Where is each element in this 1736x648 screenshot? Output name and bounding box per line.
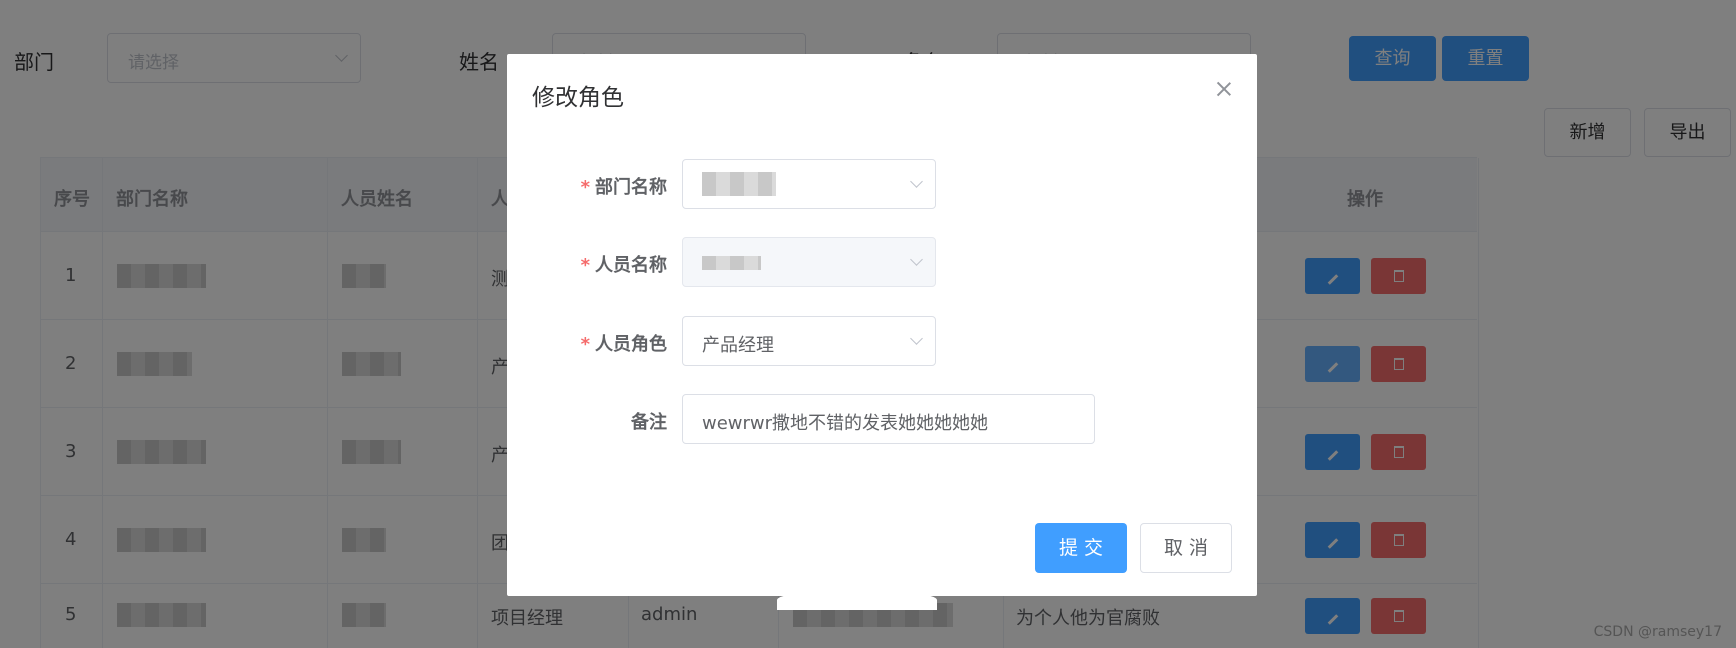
close-icon[interactable] <box>1213 78 1235 100</box>
required-mark: * <box>580 177 590 198</box>
required-mark: * <box>580 255 590 276</box>
blurred-dept-value <box>702 172 776 196</box>
role-field-label: * 人员角色 <box>580 334 667 355</box>
role-form-row: * 人员角色 产品经理 <box>507 316 1257 366</box>
dept-field-label: * 部门名称 <box>580 177 667 198</box>
watermark: CSDN @ramsey17 <box>1593 624 1722 640</box>
redaction-mark <box>777 590 937 610</box>
dept-select[interactable] <box>682 159 936 209</box>
chevron-down-icon <box>910 253 923 266</box>
dialog-title: 修改角色 <box>532 85 624 111</box>
remark-input[interactable]: wewrwr撒地不错的发表她她她她她 <box>682 394 1095 444</box>
required-mark: * <box>580 334 590 355</box>
blurred-person-value <box>702 256 761 270</box>
remark-form-row: 备注 wewrwr撒地不错的发表她她她她她 <box>507 394 1257 444</box>
dept-form-row: * 部门名称 <box>507 159 1257 209</box>
chevron-down-icon <box>910 332 923 345</box>
remark-field-label: 备注 <box>631 412 667 433</box>
role-select-value: 产品经理 <box>702 335 774 356</box>
remark-input-value: wewrwr撒地不错的发表她她她她她 <box>702 413 989 434</box>
role-select[interactable]: 产品经理 <box>682 316 936 366</box>
person-form-row: * 人员名称 <box>507 237 1257 287</box>
submit-button[interactable]: 提 交 <box>1035 523 1127 573</box>
edit-role-dialog: 修改角色 * 部门名称 * 人员名称 * 人员角色 产品经理 备注 wewrwr撒地不… <box>507 54 1257 610</box>
person-select[interactable] <box>682 237 936 287</box>
chevron-down-icon <box>910 175 923 188</box>
person-field-label: * 人员名称 <box>580 255 667 276</box>
cancel-button[interactable]: 取 消 <box>1140 523 1232 573</box>
